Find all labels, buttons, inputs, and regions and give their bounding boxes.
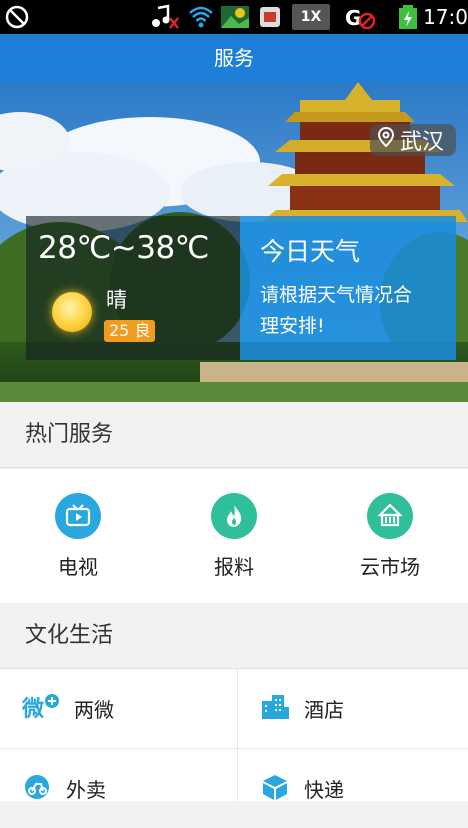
svg-text:G: G: [345, 6, 361, 30]
culture-item-hotel[interactable]: 酒店: [238, 669, 468, 748]
location-badge[interactable]: 武汉: [369, 124, 456, 156]
today-weather-text-line2: 理安排!: [260, 315, 325, 337]
culture-item-weibo-wechat[interactable]: 微 两微: [0, 669, 234, 748]
culture-item-express[interactable]: 快递: [238, 749, 468, 828]
wifi-icon: [188, 4, 214, 30]
hot-services-grid: 电视 报料 云市场: [0, 469, 468, 603]
package-box-icon: [260, 773, 290, 805]
service-tv-label: 电视: [58, 555, 98, 579]
hotel-building-icon: [260, 693, 290, 725]
service-cloud-market-label: 云市场: [360, 555, 420, 579]
battery-charging-icon: [397, 4, 419, 30]
culture-item-express-label: 快递: [304, 778, 344, 802]
temperature-range: 28℃~38℃: [38, 230, 210, 266]
culture-life-grid: 微 两微 酒店 外卖 快递: [0, 669, 468, 802]
multi-sim-label: 1X: [300, 8, 322, 25]
sim-card-icon: [258, 4, 282, 30]
flame-icon: [211, 493, 257, 539]
multi-sim-icon: 1X: [292, 4, 330, 30]
tv-icon: [55, 493, 101, 539]
location-pin-icon: [377, 126, 394, 153]
service-tv[interactable]: 电视: [0, 493, 156, 580]
status-bar: 1X G 17:0: [0, 0, 468, 34]
culture-item-takeout[interactable]: 外卖: [0, 749, 234, 828]
culture-item-weibo-wechat-label: 两微: [74, 698, 114, 722]
block-notifications-icon: [4, 4, 30, 30]
today-weather-title: 今日天气: [260, 237, 361, 266]
culture-item-hotel-label: 酒店: [304, 698, 344, 722]
service-report-label: 报料: [214, 555, 254, 579]
gallery-app-icon: [220, 4, 250, 30]
culture-life-heading: 文化生活: [0, 603, 468, 669]
weibo-plus-icon: 微: [21, 693, 60, 725]
delivery-scooter-icon: [22, 773, 52, 805]
svg-text:微: 微: [22, 696, 44, 721]
music-muted-icon: [150, 4, 180, 30]
today-weather-panel[interactable]: 今日天气 请根据天气情况合 理安排!: [240, 216, 456, 360]
status-time: 17:0: [423, 5, 468, 29]
market-icon: [367, 493, 413, 539]
culture-item-takeout-label: 外卖: [66, 778, 106, 802]
today-weather-text-line1: 请根据天气情况合: [260, 284, 413, 306]
weather-summary-panel: 28℃~38℃ 晴 25 良: [26, 216, 240, 360]
location-label: 武汉: [399, 130, 444, 155]
service-cloud-market[interactable]: 云市场: [312, 493, 468, 580]
air-quality-badge: 25 良: [104, 320, 156, 342]
weather-banner[interactable]: 武汉 28℃~38℃ 晴 25 良 今日天气 请根据天气情况合 理安排!: [0, 82, 468, 402]
hot-services-heading: 热门服务: [0, 402, 468, 468]
weather-condition: 晴: [106, 288, 127, 312]
page-title: 服务: [0, 34, 468, 82]
service-report[interactable]: 报料: [156, 493, 312, 580]
gps-off-icon: G: [344, 4, 376, 30]
sunny-icon: [52, 292, 92, 332]
